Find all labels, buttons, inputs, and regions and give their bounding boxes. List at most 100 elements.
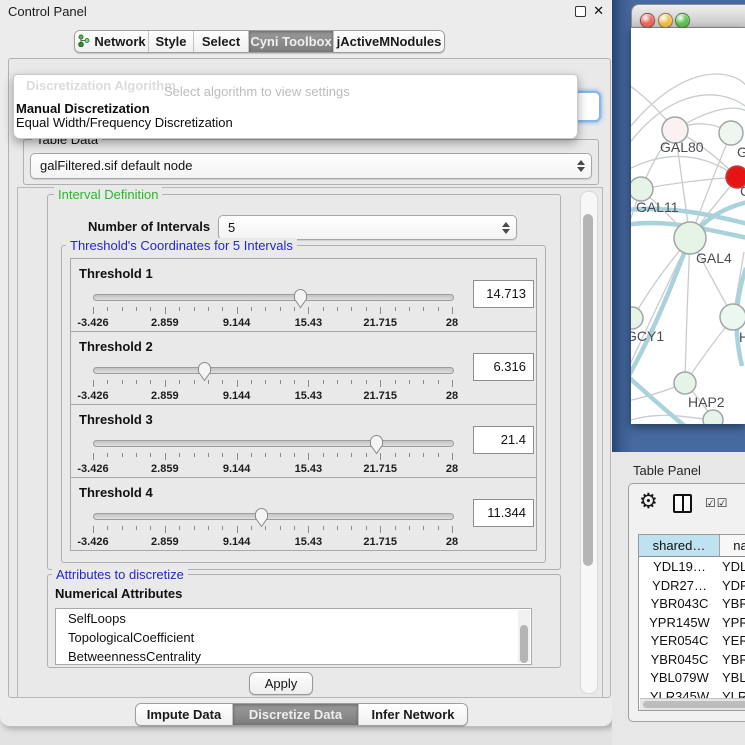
zoom-traffic-light[interactable]: [675, 13, 690, 28]
close-icon[interactable]: ✕: [593, 3, 604, 19]
cell-name[interactable]: YER0: [722, 631, 745, 650]
float-window-icon[interactable]: [575, 6, 586, 17]
tick-label: 2.859: [151, 463, 179, 475]
list-item[interactable]: BetweennessCentrality: [56, 647, 531, 665]
tick-mark: [150, 526, 151, 530]
cell-shared-name[interactable]: YBR045C: [639, 650, 720, 669]
cell-shared-name[interactable]: YPR145W: [639, 613, 720, 632]
slider-handle[interactable]: [254, 507, 269, 528]
table-row[interactable]: YBR045CYBR0: [639, 650, 745, 669]
column-header-shared-name[interactable]: shared…: [639, 535, 720, 557]
tab-network[interactable]: Network: [75, 31, 149, 52]
slider-handle[interactable]: [197, 361, 212, 382]
network-node[interactable]: [631, 177, 653, 201]
cell-name[interactable]: YPR1: [722, 613, 745, 632]
attribute-table: shared… name YDL19…YDL1YDR27…YDR2YBR043C…: [638, 534, 745, 711]
table-row[interactable]: YDR27…YDR2: [639, 576, 745, 595]
cell-name[interactable]: YBR0: [722, 594, 745, 613]
cell-shared-name[interactable]: YDL19…: [639, 557, 720, 576]
threshold-slider[interactable]: -3.4262.8599.14415.4321.71528: [93, 433, 452, 463]
slider-handle[interactable]: [369, 434, 384, 455]
table-data-combobox[interactable]: galFiltered.sif default node: [30, 153, 592, 179]
tick-mark: [179, 526, 180, 530]
cell-name[interactable]: YBL0: [722, 668, 745, 687]
network-window-titlebar[interactable]: [631, 4, 745, 28]
cell-name[interactable]: YDR2: [722, 576, 745, 595]
threshold-panels: Threshold 1-3.4262.8599.14415.4321.71528…: [70, 259, 537, 551]
apply-button[interactable]: Apply: [249, 672, 313, 695]
tab-style[interactable]: Style: [149, 31, 194, 52]
menu-item-manual-discretization[interactable]: Manual Discretization: [16, 102, 575, 116]
cell-shared-name[interactable]: YDR27…: [639, 576, 720, 595]
network-canvas[interactable]: GAL80GACGAL11GAL4GCY1HHAP2: [631, 28, 745, 424]
gear-icon[interactable]: ⚙: [639, 489, 658, 514]
threshold-value-field[interactable]: 11.344: [473, 499, 534, 527]
tab-jactivemnodules[interactable]: jActiveMNodules: [334, 31, 444, 52]
threshold-slider[interactable]: -3.4262.8599.14415.4321.71528: [93, 360, 452, 390]
cell-name[interactable]: YBR0: [722, 650, 745, 669]
settings-scrollbar-thumb[interactable]: [583, 214, 593, 566]
tick-mark: [136, 526, 137, 530]
tick-mark: [337, 380, 338, 384]
tick-mark: [165, 526, 166, 533]
tick-mark: [222, 307, 223, 311]
cell-shared-name[interactable]: YBR043C: [639, 594, 720, 613]
tick-mark: [438, 453, 439, 457]
settings-scrollbar[interactable]: [580, 191, 598, 694]
tab-infer-network[interactable]: Infer Network: [359, 704, 467, 725]
cell-shared-name[interactable]: YER054C: [639, 631, 720, 650]
list-scrollbar[interactable]: [518, 610, 530, 663]
tick-mark: [237, 453, 238, 460]
network-node[interactable]: [720, 304, 745, 330]
control-panel-titlebar[interactable]: Control Panel ✕: [0, 0, 612, 22]
tick-mark: [222, 380, 223, 384]
tick-mark: [208, 453, 209, 457]
tick-mark: [165, 307, 166, 314]
tick-label: -3.426: [77, 317, 108, 329]
list-item[interactable]: TopologicalCoefficient: [56, 628, 531, 647]
tick-mark: [107, 307, 108, 311]
minimize-traffic-light[interactable]: [658, 13, 673, 28]
table-row[interactable]: YBL079WYBL0: [639, 668, 745, 687]
network-node[interactable]: [719, 121, 743, 145]
tab-select[interactable]: Select: [194, 31, 249, 52]
cell-name[interactable]: YDL1: [722, 557, 745, 576]
menu-item-equal-width-frequency[interactable]: Equal Width/Frequency Discretization: [16, 116, 575, 130]
threshold-slider[interactable]: -3.4262.8599.14415.4321.71528: [93, 287, 452, 317]
column-header-name[interactable]: name: [720, 535, 745, 557]
tick-mark: [423, 526, 424, 530]
tick-mark: [265, 453, 266, 457]
numerical-attributes-list[interactable]: SelfLoopsTopologicalCoefficientBetweenne…: [55, 608, 532, 665]
screenshot-root: Control Panel ✕ Network StyleSelectCyni T…: [0, 0, 745, 745]
list-item[interactable]: SelfLoops: [56, 609, 531, 628]
close-traffic-light[interactable]: [640, 13, 655, 28]
cyni-toolbox-panel: Discretization Algorithm Select algorith…: [8, 58, 611, 698]
table-row[interactable]: YPR145WYPR1: [639, 613, 745, 632]
number-of-intervals-combobox[interactable]: 5: [218, 215, 517, 240]
table-h-scrollbar[interactable]: [640, 698, 745, 710]
network-node[interactable]: [674, 372, 696, 394]
tick-mark: [179, 380, 180, 384]
tab-label: Network: [94, 34, 145, 49]
slider-handle[interactable]: [293, 288, 308, 309]
network-node[interactable]: [631, 307, 643, 329]
threshold-slider[interactable]: -3.4262.8599.14415.4321.71528: [93, 506, 452, 536]
algorithm-dropdown-popup: Discretization Algorithm Select algorith…: [13, 74, 578, 139]
network-node[interactable]: [703, 410, 723, 424]
table-row[interactable]: YDL19…YDL1: [639, 557, 745, 576]
table-row[interactable]: YER054CYER0: [639, 631, 745, 650]
split-columns-icon[interactable]: [673, 494, 692, 513]
tab-discretize-data[interactable]: Discretize Data: [233, 704, 359, 725]
tab-impute-data[interactable]: Impute Data: [136, 704, 233, 725]
tick-mark: [337, 526, 338, 530]
checkbox-icons[interactable]: ☑☑: [705, 496, 729, 510]
table-h-scrollbar-thumb[interactable]: [643, 701, 745, 708]
cell-shared-name[interactable]: YBL079W: [639, 668, 720, 687]
threshold-value-field[interactable]: 21.4: [473, 426, 534, 454]
threshold-value-field[interactable]: 14.713: [473, 280, 534, 308]
tab-cyni-toolbox[interactable]: Cyni Toolbox: [249, 31, 334, 52]
node-label: GAL80: [660, 139, 704, 155]
threshold-value-field[interactable]: 6.316: [473, 353, 534, 381]
list-scrollbar-thumb[interactable]: [520, 625, 528, 663]
table-row[interactable]: YBR043CYBR0: [639, 594, 745, 613]
